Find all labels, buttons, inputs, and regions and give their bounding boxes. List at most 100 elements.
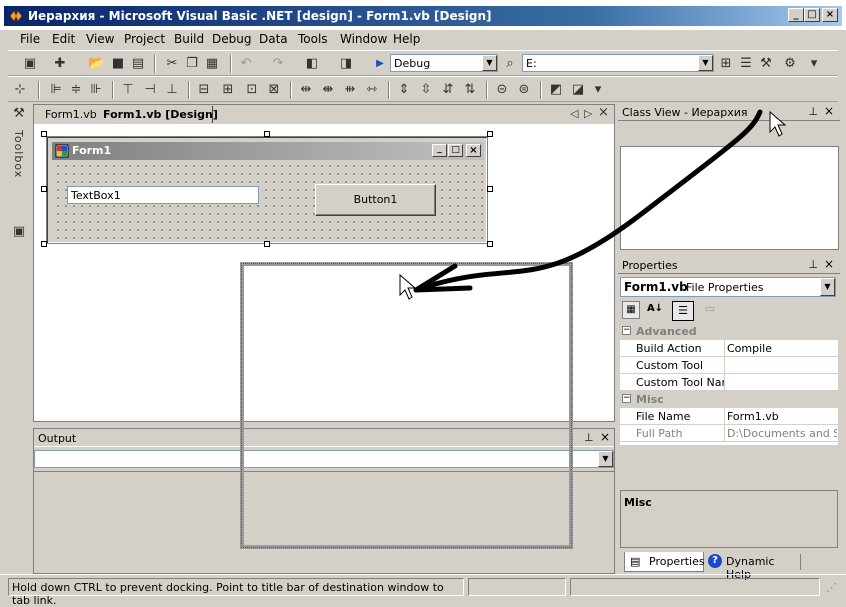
toolbox-icon[interactable]: ⚒ xyxy=(11,106,27,122)
vertical-spacing-increase-icon[interactable]: ⇳ xyxy=(418,82,434,98)
server-explorer-icon[interactable]: ▣ xyxy=(11,224,27,240)
menu-tools[interactable]: Tools xyxy=(298,32,328,46)
pin-icon[interactable]: ⊥ xyxy=(808,105,818,118)
property-value[interactable]: Compile xyxy=(727,342,837,355)
tab-form1-design[interactable]: Form1.vb [Design] xyxy=(103,108,218,121)
close-document-icon[interactable]: × xyxy=(598,105,609,120)
property-row[interactable]: Build Action Compile xyxy=(620,340,838,357)
property-row[interactable]: Custom Tool Name xyxy=(620,374,838,391)
menu-debug[interactable]: Debug xyxy=(212,32,251,46)
save-all-icon[interactable]: ▤ xyxy=(130,56,146,72)
pin-icon[interactable]: ⊥ xyxy=(584,431,594,444)
resize-handle[interactable] xyxy=(41,131,47,137)
toolbar-options-icon[interactable]: ▾ xyxy=(590,82,606,98)
property-value[interactable]: D:\Documents and Setting xyxy=(727,427,837,440)
property-pages-icon[interactable]: ▭ xyxy=(700,301,720,319)
align-middles-icon[interactable]: ⊣ xyxy=(142,82,158,98)
navigate-forward-icon[interactable]: ◨ xyxy=(338,56,354,72)
properties-view-icon[interactable]: ☰ xyxy=(672,301,694,321)
align-rights-icon[interactable]: ⊪ xyxy=(88,82,104,98)
align-tops-icon[interactable]: ⊤ xyxy=(120,82,136,98)
resize-handle[interactable] xyxy=(487,186,493,192)
center-vertically-icon[interactable]: ⊜ xyxy=(516,82,532,98)
horizontal-spacing-remove-icon[interactable]: ⇿ xyxy=(364,82,380,98)
menu-view[interactable]: View xyxy=(86,32,114,46)
properties-header[interactable]: Properties ⊥ × xyxy=(618,256,840,274)
undo-icon[interactable]: ↶ xyxy=(238,56,254,72)
tab-dynamic-help[interactable]: ? Dynamic Help xyxy=(706,552,798,581)
align-centers-icon[interactable]: ≑ xyxy=(68,82,84,98)
menu-edit[interactable]: Edit xyxy=(52,32,75,46)
vertical-spacing-equal-icon[interactable]: ⇕ xyxy=(396,82,412,98)
redo-icon[interactable]: ↷ xyxy=(270,56,286,72)
property-row[interactable]: Custom Tool xyxy=(620,357,838,374)
resize-grip-icon[interactable]: ⋰ xyxy=(826,581,837,594)
button1-control[interactable]: Button1 xyxy=(315,184,436,216)
collapse-icon[interactable]: − xyxy=(622,394,631,403)
form-title-bar[interactable]: Form1 _ □ × xyxy=(52,142,484,160)
property-value[interactable]: Form1.vb xyxy=(727,410,837,423)
menu-window[interactable]: Window xyxy=(340,32,387,46)
tab-properties[interactable]: ▤ Properties xyxy=(624,552,705,572)
maximize-button[interactable]: □ xyxy=(804,8,820,22)
find-in-files-icon[interactable]: ⌕ xyxy=(502,56,518,72)
bring-to-front-icon[interactable]: ◩ xyxy=(548,82,564,98)
navigate-back-icon[interactable]: ◧ xyxy=(304,56,320,72)
tab-form1-code[interactable]: Form1.vb xyxy=(45,108,97,121)
close-icon[interactable]: × xyxy=(824,257,834,271)
category-misc[interactable]: − Misc xyxy=(620,391,838,408)
class-view-tree[interactable] xyxy=(620,146,839,250)
vertical-spacing-remove-icon[interactable]: ⇅ xyxy=(462,82,478,98)
new-project-icon[interactable]: ▣ xyxy=(22,56,38,72)
make-same-size-icon[interactable]: ⊠ xyxy=(266,82,282,98)
close-icon[interactable]: × xyxy=(600,430,610,444)
menu-file[interactable]: File xyxy=(20,32,40,46)
add-item-icon[interactable]: ✚ xyxy=(52,56,68,72)
align-to-grid-icon[interactable]: ⊹ xyxy=(12,82,28,98)
solution-config-select[interactable]: Debug ▼ xyxy=(390,54,498,72)
toolbar-options-icon[interactable]: ▾ xyxy=(806,56,822,72)
find-combo[interactable]: E: ▼ xyxy=(522,54,714,72)
menu-data[interactable]: Data xyxy=(259,32,288,46)
horizontal-spacing-decrease-icon[interactable]: ⇻ xyxy=(342,82,358,98)
scroll-tabs-left-icon[interactable]: ◁ xyxy=(570,107,578,120)
minimize-button[interactable]: _ xyxy=(788,8,804,22)
save-icon[interactable]: ■ xyxy=(110,56,126,72)
categorized-icon[interactable]: ▦ xyxy=(622,301,640,319)
open-file-icon[interactable]: 📂 xyxy=(88,56,104,72)
close-icon[interactable]: × xyxy=(824,104,834,118)
resize-handle[interactable] xyxy=(264,241,270,247)
vertical-spacing-decrease-icon[interactable]: ⇵ xyxy=(440,82,456,98)
object-selector[interactable]: Form1.vb File Properties ▼ xyxy=(620,277,836,297)
category-advanced[interactable]: − Advanced xyxy=(620,323,838,340)
resize-handle[interactable] xyxy=(41,186,47,192)
copy-icon[interactable]: ❐ xyxy=(184,56,200,72)
properties-window-icon[interactable]: ☰ xyxy=(738,56,754,72)
alphabetical-icon[interactable]: A↓ xyxy=(646,301,664,319)
paste-icon[interactable]: ▦ xyxy=(204,56,220,72)
center-horizontally-icon[interactable]: ⊝ xyxy=(494,82,510,98)
horizontal-spacing-increase-icon[interactable]: ⇼ xyxy=(320,82,336,98)
make-same-height-icon[interactable]: ⊡ xyxy=(244,82,260,98)
resize-handle[interactable] xyxy=(264,131,270,137)
align-lefts-icon[interactable]: ⊫ xyxy=(48,82,64,98)
menu-help[interactable]: Help xyxy=(393,32,420,46)
close-button[interactable]: × xyxy=(822,8,838,22)
property-row[interactable]: Full Path D:\Documents and Setting xyxy=(620,425,838,442)
cut-icon[interactable]: ✂ xyxy=(164,56,180,72)
property-row[interactable]: File Name Form1.vb xyxy=(620,408,838,425)
collapse-icon[interactable]: − xyxy=(622,326,631,335)
toolbox-strip[interactable]: ⚒ Toolbox ▣ xyxy=(8,104,30,574)
scroll-tabs-right-icon[interactable]: ▷ xyxy=(584,107,592,120)
textbox1-control[interactable]: TextBox1 xyxy=(67,186,259,204)
send-to-back-icon[interactable]: ◪ xyxy=(570,82,586,98)
toolbox-label[interactable]: Toolbox xyxy=(12,130,25,178)
pin-icon[interactable]: ⊥ xyxy=(808,258,818,271)
menu-build[interactable]: Build xyxy=(174,32,204,46)
align-bottoms-icon[interactable]: ⊥ xyxy=(164,82,180,98)
size-to-grid-icon[interactable]: ⊞ xyxy=(220,82,236,98)
class-view-icon[interactable]: ⚙ xyxy=(782,56,798,72)
horizontal-spacing-equal-icon[interactable]: ⇹ xyxy=(298,82,314,98)
resize-handle[interactable] xyxy=(487,131,493,137)
solution-explorer-icon[interactable]: ⊞ xyxy=(718,56,734,72)
